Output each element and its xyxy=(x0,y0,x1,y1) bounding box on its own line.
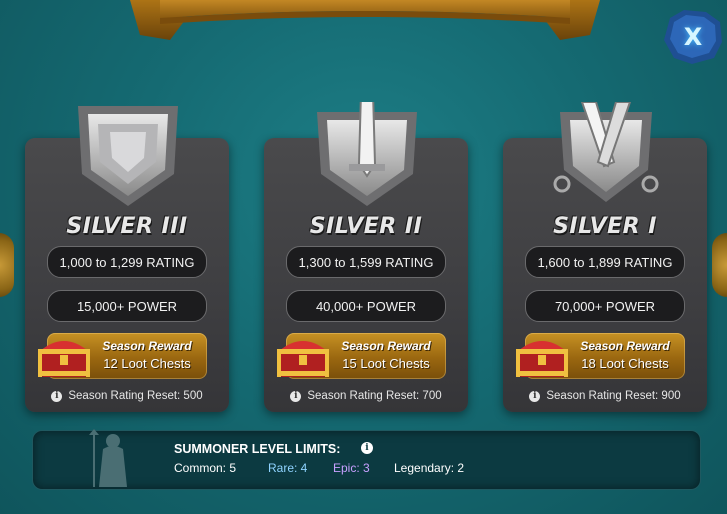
limit-epic: Epic: 3 xyxy=(333,461,370,475)
info-circle-icon[interactable]: i xyxy=(51,390,63,402)
power-requirement: 40,000+ POWER xyxy=(286,290,446,322)
tier-name: SILVER II xyxy=(309,214,423,239)
season-rating-reset: i Season Rating Reset: 700 xyxy=(264,390,468,402)
reward-title: Season Reward xyxy=(580,339,670,353)
reward-value: 15 Loot Chests xyxy=(342,356,430,371)
reset-text: Season Rating Reset: 500 xyxy=(68,390,203,402)
next-tier-arrow[interactable] xyxy=(712,233,727,297)
summoner-level-limits-panel: SUMMONER LEVEL LIMITS: i Common: 5 Rare:… xyxy=(32,429,701,490)
silver-2-emblem-icon xyxy=(317,102,417,206)
rating-range: 1,600 to 1,899 RATING xyxy=(525,246,685,278)
info-circle-icon[interactable]: i xyxy=(361,442,373,454)
silver-3-emblem-icon xyxy=(78,106,178,206)
season-rating-reset: i Season Rating Reset: 500 xyxy=(25,390,229,402)
reward-title: Season Reward xyxy=(341,339,431,353)
close-label: X xyxy=(683,23,703,51)
rating-range: 1,300 to 1,599 RATING xyxy=(286,246,446,278)
limit-common: Common: 5 xyxy=(174,461,237,475)
season-rating-reset: i Season Rating Reset: 900 xyxy=(503,390,707,402)
limit-legendary: Legendary: 2 xyxy=(394,461,465,475)
reward-value: 12 Loot Chests xyxy=(103,356,191,371)
reward-value: 18 Loot Chests xyxy=(581,356,669,371)
close-button[interactable]: X xyxy=(662,8,724,66)
season-reward: Season Reward 18 Loot Chests xyxy=(516,333,685,379)
summoner-silhouette-icon xyxy=(89,429,127,487)
tier-name: SILVER III xyxy=(66,214,188,239)
previous-tier-arrow[interactable] xyxy=(0,233,14,297)
reset-text: Season Rating Reset: 700 xyxy=(307,390,442,402)
loot-chest-icon xyxy=(38,341,90,377)
info-circle-icon[interactable]: i xyxy=(290,390,302,402)
reset-text: Season Rating Reset: 900 xyxy=(546,390,681,402)
loot-chest-icon xyxy=(516,341,568,377)
power-requirement: 15,000+ POWER xyxy=(47,290,207,322)
power-requirement: 70,000+ POWER xyxy=(525,290,685,322)
tier-name: SILVER I xyxy=(553,214,657,239)
info-circle-icon[interactable]: i xyxy=(529,390,541,402)
title-banner xyxy=(130,0,600,40)
limits-title: SUMMONER LEVEL LIMITS: xyxy=(174,442,341,456)
season-reward: Season Reward 15 Loot Chests xyxy=(277,333,446,379)
reward-title: Season Reward xyxy=(102,339,192,353)
silver-1-emblem-icon xyxy=(553,102,659,202)
loot-chest-icon xyxy=(277,341,329,377)
rating-range: 1,000 to 1,299 RATING xyxy=(47,246,207,278)
season-reward: Season Reward 12 Loot Chests xyxy=(38,333,207,379)
limit-rare: Rare: 4 xyxy=(268,461,308,475)
